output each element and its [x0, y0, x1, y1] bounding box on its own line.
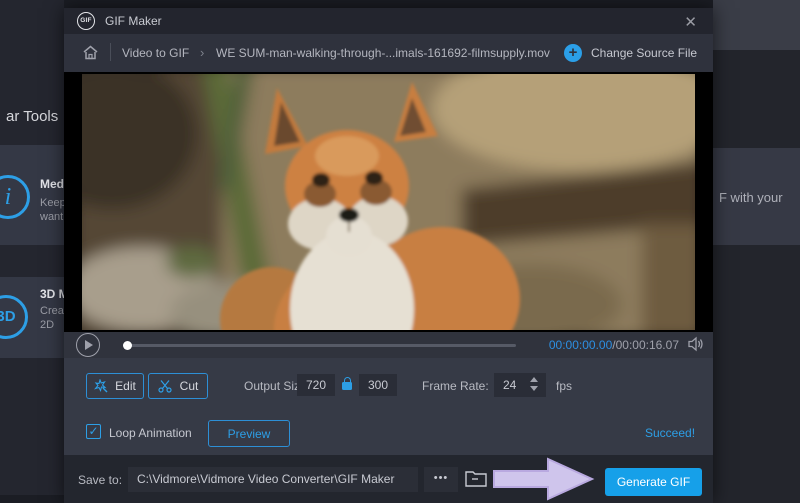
arrow-annotation	[492, 456, 596, 502]
spinner-arrows[interactable]	[530, 377, 539, 393]
frame-rate-value[interactable]: 24	[503, 373, 516, 397]
speaker-icon[interactable]	[687, 336, 705, 352]
dialog-title: GIF Maker	[105, 14, 162, 28]
time-display: 00:00:00.00/00:00:16.07	[549, 338, 679, 352]
cut-button[interactable]: Cut	[148, 373, 208, 399]
screen: { "window": { "title": "GIF Maker", "clo…	[0, 0, 800, 503]
footer-bar: Save to: C:\Vidmore\Vidmore Video Conver…	[64, 455, 713, 503]
seek-thumb[interactable]	[123, 341, 132, 350]
loop-animation-label: Loop Animation	[109, 426, 192, 440]
background-card-line: 2D	[40, 319, 54, 331]
background-right-panel	[713, 50, 800, 503]
output-height-input[interactable]: 300	[359, 374, 397, 396]
plus-icon[interactable]: +	[564, 44, 582, 62]
spin-up-icon[interactable]	[530, 377, 538, 382]
breadcrumb-filename: WE SUM-man-walking-through-...imals-1616…	[216, 46, 550, 60]
seek-slider[interactable]	[124, 344, 516, 347]
edit-button[interactable]: Edit	[86, 373, 144, 399]
3d-icon: 3D	[0, 295, 28, 339]
background-panel-header: ar Tools	[6, 108, 58, 125]
generate-gif-button[interactable]: Generate GIF	[605, 468, 702, 496]
breadcrumb-section[interactable]: Video to GIF	[122, 46, 189, 60]
background-card-line: Keep	[40, 197, 66, 209]
save-path-input[interactable]: C:\Vidmore\Vidmore Video Converter\GIF M…	[128, 467, 418, 492]
fps-label: fps	[556, 379, 572, 393]
gif-logo-icon: GIF	[77, 12, 95, 30]
save-to-label: Save to:	[78, 473, 122, 487]
background-card-line: Crea	[40, 305, 64, 317]
play-button[interactable]	[76, 333, 100, 357]
lock-icon[interactable]	[341, 374, 353, 396]
open-folder-button[interactable]	[464, 467, 492, 492]
breadcrumb-divider	[110, 43, 111, 61]
frame-rate-label: Frame Rate:	[422, 379, 489, 393]
toolbar: Edit Cut Output Size: 720 300 Frame Rate…	[64, 358, 713, 412]
browse-button[interactable]: •••	[424, 467, 458, 492]
change-source-file-button[interactable]: Change Source File	[591, 46, 697, 60]
options-row: ✓ Loop Animation Preview Succeed!	[64, 412, 713, 455]
scissors-icon	[158, 379, 173, 393]
home-icon[interactable]	[82, 44, 99, 61]
save-path-value: C:\Vidmore\Vidmore Video Converter\GIF M…	[137, 472, 412, 486]
cut-label: Cut	[180, 379, 199, 393]
chevron-right-icon: ›	[200, 45, 204, 60]
total-time: /00:00:16.07	[612, 338, 679, 352]
loop-animation-checkbox[interactable]: ✓	[86, 424, 101, 439]
gif-maker-dialog: GIF GIF Maker ✕ Video to GIF › WE SUM-ma…	[64, 8, 713, 503]
status-text: Succeed!	[645, 426, 695, 440]
magic-wand-icon	[94, 379, 108, 393]
video-preview[interactable]	[64, 72, 713, 332]
background-right-top	[713, 0, 800, 50]
background-card-line: want	[40, 211, 63, 223]
background-left-panel: ar Tools i Med Keep want 3D 3D M Crea 2D	[0, 0, 64, 495]
playback-bar: 00:00:00.00/00:00:16.07	[64, 332, 713, 358]
breadcrumb: Video to GIF › WE SUM-man-walking-throug…	[64, 34, 713, 72]
background-card-3d[interactable]: 3D 3D M Crea 2D	[0, 277, 64, 358]
background-card-media[interactable]: i Med Keep want	[0, 145, 64, 245]
output-width-input[interactable]: 720	[297, 374, 335, 396]
preview-button[interactable]: Preview	[208, 420, 290, 447]
frame-rate-spinner[interactable]: 24	[494, 373, 546, 397]
close-icon[interactable]: ✕	[680, 11, 701, 33]
fox-video-frame	[82, 74, 695, 330]
play-icon	[85, 340, 93, 350]
folder-icon	[464, 467, 488, 489]
spin-down-icon[interactable]	[530, 386, 538, 391]
elapsed-time: 00:00:00.00	[549, 338, 612, 352]
edit-label: Edit	[115, 379, 136, 393]
background-card-title: Med	[40, 177, 64, 191]
background-right-text: F with your	[719, 190, 783, 205]
info-icon: i	[0, 175, 30, 219]
dialog-titlebar: GIF GIF Maker ✕	[64, 8, 713, 34]
